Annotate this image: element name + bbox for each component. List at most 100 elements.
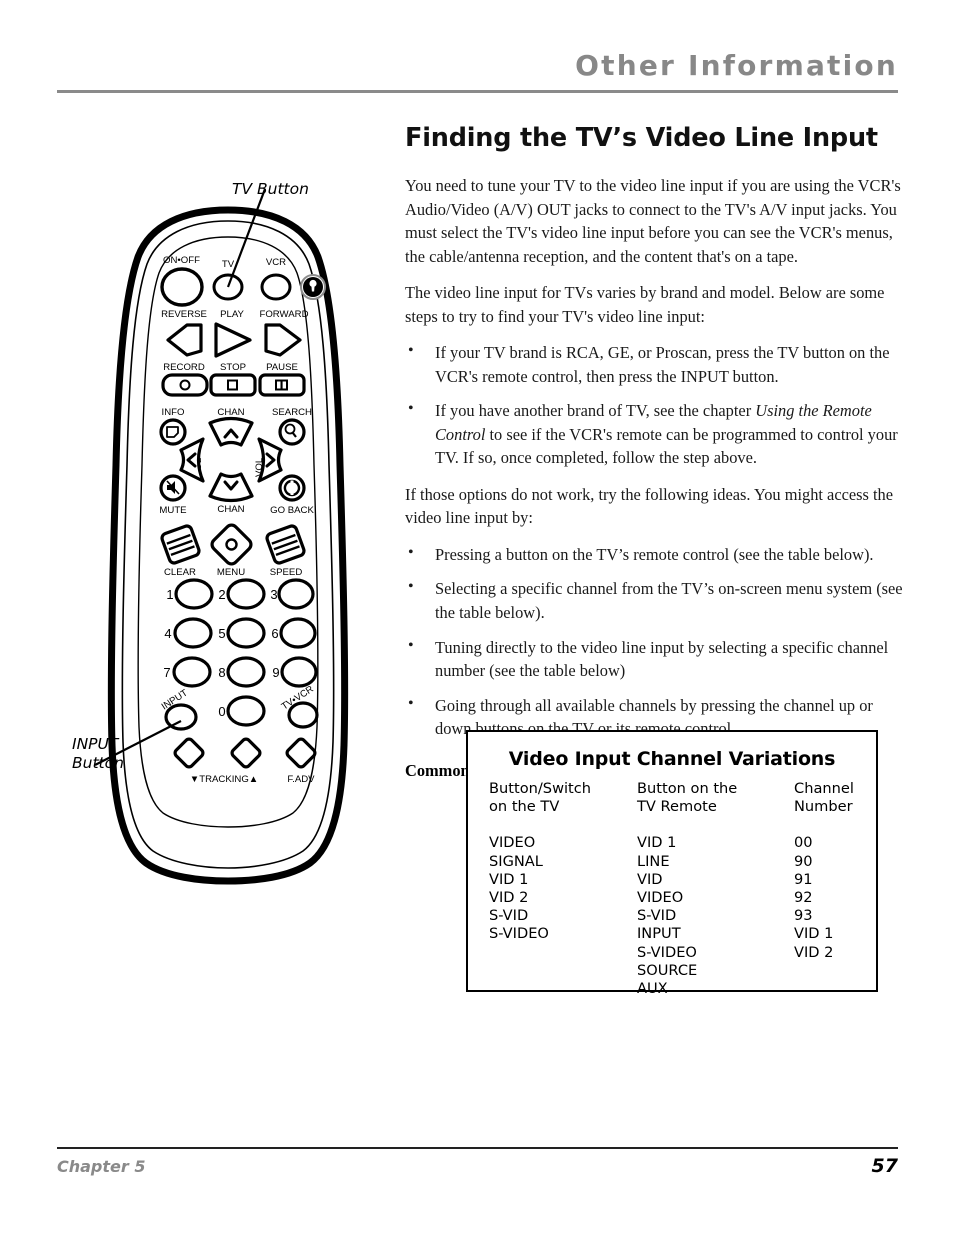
table-cell: 00: [794, 834, 813, 852]
table-cell: VIDEO: [637, 889, 684, 907]
table-cell: VID 1: [637, 834, 677, 852]
remote-label-vcr: VCR: [266, 257, 286, 268]
list-item-text: Tuning directly to the video line input …: [435, 637, 889, 681]
remote-label-search: SEARCH: [272, 407, 312, 418]
remote-label-clear: CLEAR: [164, 567, 196, 578]
list-item-text: If you have another brand of TV, see the…: [435, 401, 756, 421]
page-title: Finding the TV’s Video Line Input: [405, 123, 878, 153]
table-column-header: Channel Number: [794, 780, 854, 816]
table-header-line: Button/Switch: [489, 780, 592, 797]
table-cell: S-VID: [637, 907, 677, 925]
bullet-glyph: •: [408, 543, 414, 561]
table-cell: VID: [637, 870, 663, 888]
table-header-line: on the TV: [489, 798, 560, 816]
remote-label-info: INFO: [162, 407, 185, 418]
table-title: Video Input Channel Variations: [508, 748, 836, 770]
remote-label-tv: TV: [222, 259, 235, 270]
table-cell: INPUT: [637, 925, 681, 943]
remote-label-pause: PAUSE: [266, 362, 298, 373]
bullet-list-b: • Pressing a button on the TV’s remote c…: [405, 543, 905, 741]
remote-label-reverse: REVERSE: [161, 309, 207, 320]
running-head: Other Information: [575, 49, 898, 82]
paragraph-1: You need to tune your TV to the video li…: [405, 176, 901, 266]
remote-key-label-9: 9: [272, 665, 279, 680]
list-item: • Tuning directly to the video line inpu…: [405, 636, 905, 683]
table-cell: 92: [794, 889, 813, 907]
list-item: • Selecting a specific channel from the …: [405, 577, 905, 624]
table-cell: S-VID: [489, 907, 529, 925]
bullet-glyph: •: [408, 636, 414, 654]
remote-label-f-adv: F.ADV: [287, 774, 315, 785]
remote-key-label-1: 1: [166, 587, 173, 602]
table-cell: LINE: [637, 852, 670, 870]
list-item-text-cont: to see if the VCR's remote can be progra…: [435, 424, 898, 468]
remote-key-8: [226, 656, 266, 688]
remote-vcr-button: [260, 273, 292, 301]
remote-label-stop: STOP: [220, 362, 246, 373]
table-cell: VID 2: [489, 889, 529, 907]
remote-on-off-button: [160, 267, 204, 307]
header-divider: [57, 90, 898, 93]
paragraph-3: If those options do not work, try the fo…: [405, 484, 894, 528]
table-column-tv-remote: Button on the TV Remote VID 1 LINE VID V…: [637, 780, 737, 998]
remote-label-mute: MUTE: [159, 505, 186, 516]
remote-key-1: [174, 578, 214, 610]
footer-divider: [57, 1147, 898, 1149]
table-cell: VIDEO: [489, 834, 536, 852]
remote-key-label-0: 0: [218, 704, 225, 719]
remote-key-6: [279, 617, 317, 649]
table-column-header: Button on the TV Remote: [637, 780, 737, 816]
table-column-values: VIDEO SIGNAL VID 1 VID 2 S-VID S-VIDEO: [489, 834, 591, 943]
remote-key-label-6: 6: [271, 626, 278, 641]
remote-label-menu: MENU: [217, 567, 245, 578]
table-header-line: TV Remote: [637, 798, 717, 816]
remote-control-illustration: .lbl { font-family: "Liberation Sans", s…: [60, 165, 390, 895]
list-item: • If you have another brand of TV, see t…: [405, 399, 905, 470]
footer-page-number: 57: [871, 1155, 898, 1177]
list-item: • Pressing a button on the TV’s remote c…: [405, 543, 905, 567]
remote-key-9: [280, 656, 318, 688]
remote-key-4: [173, 617, 213, 649]
bullet-glyph: •: [408, 400, 414, 418]
remote-label-tracking: ▼TRACKING▲: [190, 774, 259, 785]
remote-key-label-5: 5: [218, 626, 225, 641]
remote-key-label-3: 3: [270, 587, 277, 602]
remote-key-label-7: 7: [163, 665, 170, 680]
remote-key-5: [226, 617, 266, 649]
bullet-glyph: •: [408, 694, 414, 712]
remote-label-go-back: GO BACK: [270, 505, 314, 516]
list-item-text: If your TV brand is RCA, GE, or Proscan,…: [435, 343, 890, 386]
table-column-values: 00 90 91 92 93 VID 1 VID 2: [794, 834, 854, 961]
remote-label-speed: SPEED: [270, 567, 303, 578]
table-header-line: Button on the: [637, 780, 738, 797]
remote-key-0: [226, 695, 266, 727]
table-cell: VID 1: [489, 870, 529, 888]
remote-key-7: [172, 656, 212, 688]
info-icon: [166, 426, 179, 438]
remote-label-chan-down: CHAN: [217, 504, 244, 515]
table-column-button-switch: Button/Switch on the TV VIDEO SIGNAL VID…: [489, 780, 591, 944]
bullet-list-a: • If your TV brand is RCA, GE, or Prosca…: [405, 341, 905, 470]
remote-label-record: RECORD: [163, 362, 205, 373]
table-cell: 93: [794, 907, 813, 925]
remote-label-play: PLAY: [220, 309, 244, 320]
table-cell: 90: [794, 852, 813, 870]
remote-key-label-2: 2: [218, 587, 225, 602]
table-cell: 91: [794, 870, 813, 888]
table-cell: AUX: [637, 980, 668, 998]
video-input-table-box: Video Input Channel Variations Button/Sw…: [466, 730, 878, 997]
remote-label-chan-up: CHAN: [217, 407, 244, 418]
list-item: • If your TV brand is RCA, GE, or Prosca…: [405, 341, 905, 388]
paragraph-2: The video line input for TVs varies by b…: [405, 283, 885, 326]
table-cell: VID 2: [794, 943, 834, 961]
remote-tv-vcr-button: [287, 701, 319, 729]
table-cell: S-VIDEO: [637, 943, 697, 961]
remote-label-on-off: ON•OFF: [163, 255, 200, 266]
remote-label-forward: FORWARD: [259, 309, 308, 320]
table-cell: VID 1: [794, 925, 834, 943]
main-content-column: Finding the TV’s Video Line Input You ne…: [405, 124, 905, 783]
remote-key-3: [277, 578, 315, 610]
callout-tv-button: TV Button: [232, 180, 309, 198]
remote-key-2: [226, 578, 266, 610]
table-column-values: VID 1 LINE VID VIDEO S-VID INPUT S-VIDEO…: [637, 834, 737, 998]
